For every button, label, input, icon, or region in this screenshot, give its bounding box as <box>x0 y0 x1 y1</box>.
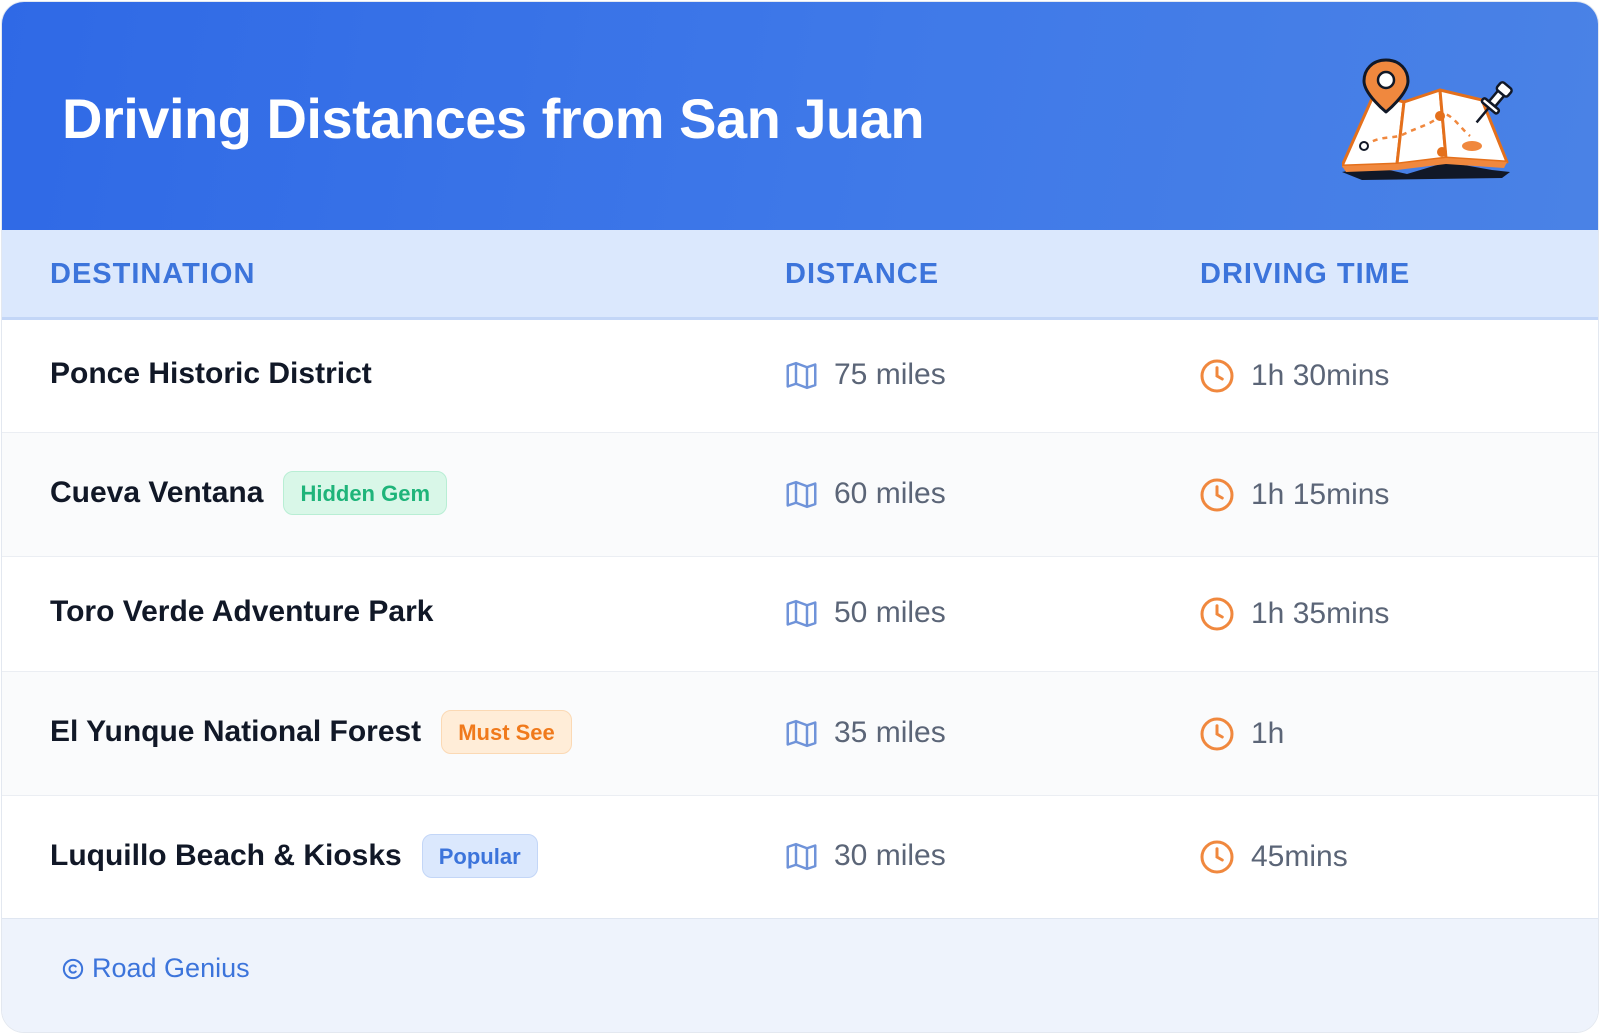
time-cell: 1h <box>1199 716 1284 752</box>
popular-badge: Popular <box>421 834 538 878</box>
map-icon <box>786 719 817 747</box>
destination-name: Ponce Historic District <box>50 357 372 390</box>
clock-icon <box>1200 478 1234 512</box>
time-cell: 1h 35mins <box>1199 596 1389 632</box>
distance-cell: 50 miles <box>785 596 946 630</box>
distance-value: 30 miles <box>834 839 946 872</box>
table-row[interactable]: Ponce Historic District 75 miles 1h 30mi… <box>2 320 1598 433</box>
map-pin-illustration <box>1342 58 1513 180</box>
map-icon <box>786 361 817 389</box>
footer-credit[interactable]: Road Genius <box>62 953 250 984</box>
time-value: 45mins <box>1251 840 1348 873</box>
destination-name: Luquillo Beach & Kiosks <box>50 839 402 872</box>
distance-cell: 60 miles <box>785 477 946 511</box>
copyright-icon <box>62 958 84 979</box>
destination-name: Cueva Ventana <box>50 476 264 509</box>
destination-cell: Ponce Historic District <box>50 357 372 391</box>
destination-cell: El Yunque National Forest Must See <box>50 710 572 754</box>
time-cell: 1h 30mins <box>1199 358 1389 394</box>
map-icon <box>786 480 817 508</box>
table-row[interactable]: El Yunque National Forest Must See 35 mi… <box>2 672 1598 796</box>
clock-icon <box>1200 717 1234 751</box>
column-header-distance[interactable]: DISTANCE <box>785 258 939 291</box>
time-cell: 1h 15mins <box>1199 477 1389 513</box>
distance-value: 50 miles <box>834 596 946 629</box>
time-value: 1h 15mins <box>1251 478 1390 511</box>
distance-value: 75 miles <box>834 358 946 391</box>
map-icon <box>786 842 817 870</box>
distance-value: 35 miles <box>834 716 946 749</box>
distance-cell: 35 miles <box>785 716 946 750</box>
distance-cell: 30 miles <box>785 839 946 873</box>
must-see-badge: Must See <box>441 710 572 754</box>
destination-name: El Yunque National Forest <box>50 715 422 748</box>
time-cell: 45mins <box>1199 839 1348 875</box>
distance-card: Driving Distances from San Juan DESTINAT… <box>2 2 1598 1032</box>
footer-credit-label: Road Genius <box>92 953 250 983</box>
time-value: 1h 35mins <box>1251 597 1390 630</box>
destination-cell: Toro Verde Adventure Park <box>50 595 433 629</box>
time-value: 1h 30mins <box>1251 359 1390 392</box>
destination-cell: Cueva Ventana Hidden Gem <box>50 471 448 515</box>
clock-icon <box>1200 840 1234 874</box>
clock-icon <box>1200 359 1234 393</box>
page-title: Driving Distances from San Juan <box>62 87 925 150</box>
table-row[interactable]: Toro Verde Adventure Park 50 miles 1h 35… <box>2 557 1598 672</box>
map-icon <box>786 599 817 627</box>
destination-name: Toro Verde Adventure Park <box>50 595 434 628</box>
time-value: 1h <box>1251 717 1285 750</box>
hidden-gem-badge: Hidden Gem <box>283 471 448 515</box>
distance-cell: 75 miles <box>785 358 946 392</box>
card-footer: Road Genius <box>2 918 1598 1032</box>
clock-icon <box>1200 597 1234 631</box>
table-row[interactable]: Luquillo Beach & Kiosks Popular 30 miles… <box>2 796 1598 918</box>
column-header-destination[interactable]: DESTINATION <box>50 258 255 291</box>
column-header-driving-time[interactable]: DRIVING TIME <box>1200 258 1410 291</box>
destination-cell: Luquillo Beach & Kiosks Popular <box>50 834 538 878</box>
table-header: DESTINATION DISTANCE DRIVING TIME <box>2 230 1598 320</box>
card-header: Driving Distances from San Juan <box>2 2 1598 230</box>
distance-value: 60 miles <box>834 477 946 510</box>
table-row[interactable]: Cueva Ventana Hidden Gem 60 miles 1h 15m… <box>2 433 1598 557</box>
